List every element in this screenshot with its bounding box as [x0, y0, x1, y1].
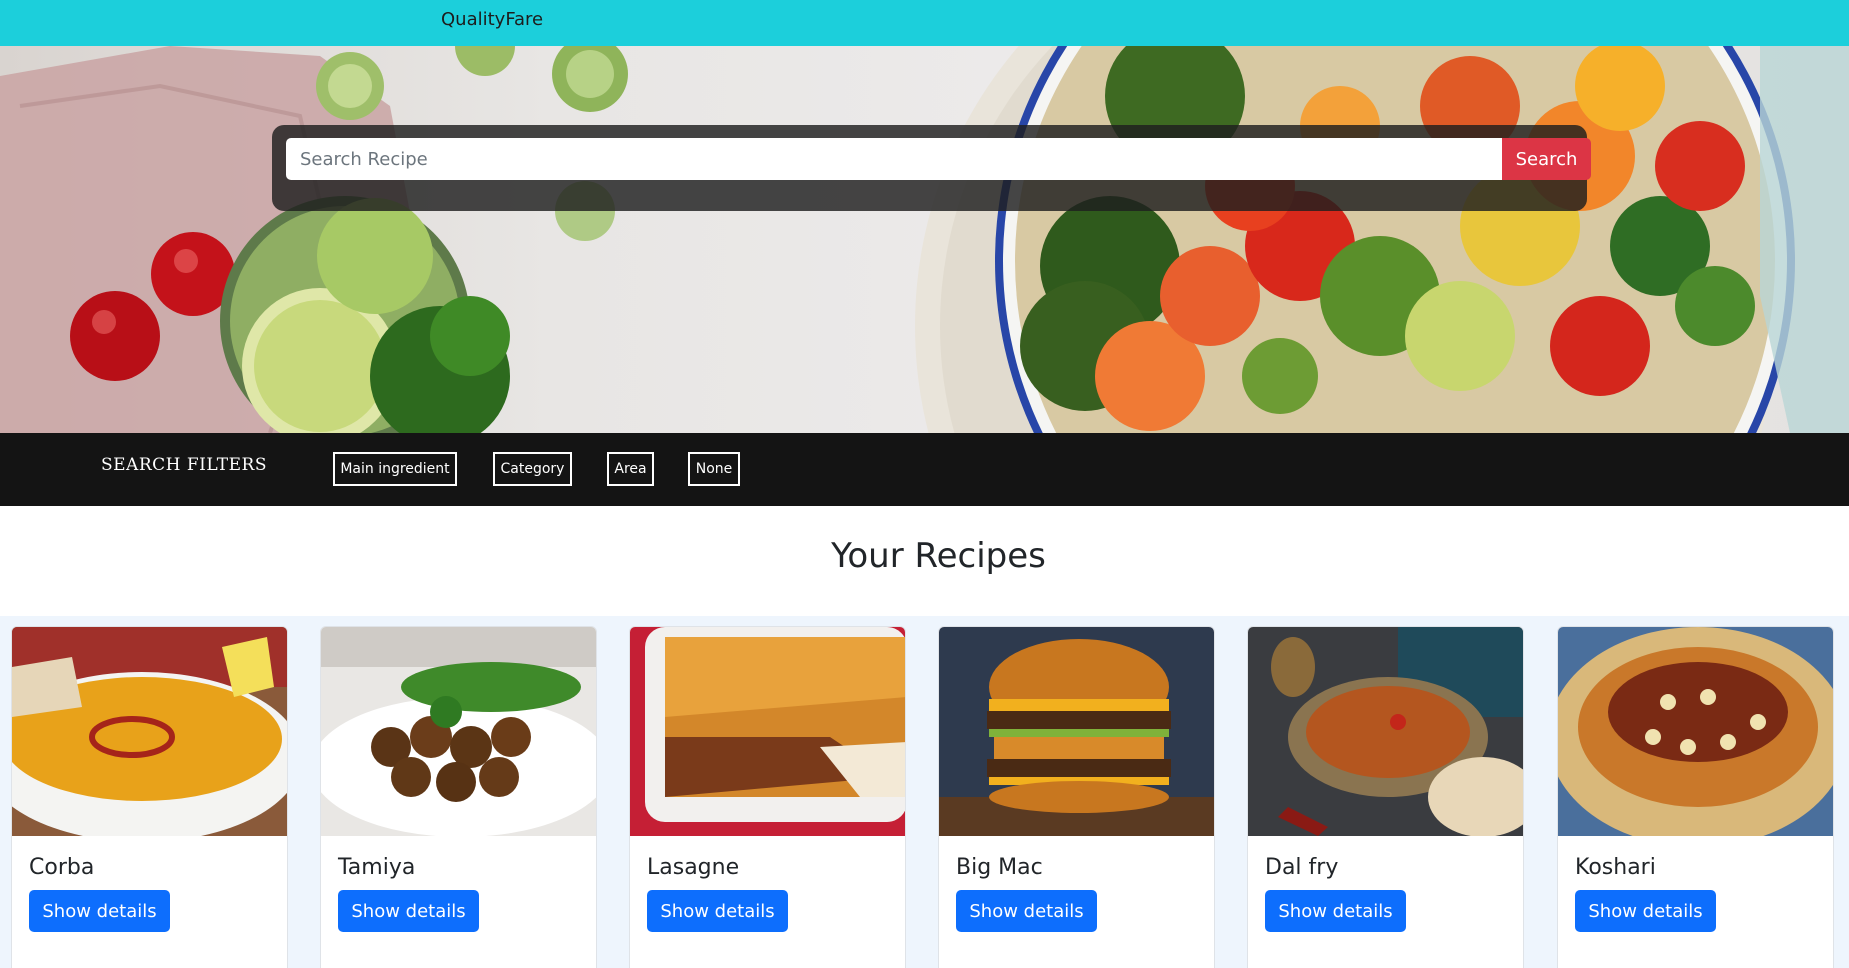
recipes-section-title: Your Recipes — [831, 536, 1046, 576]
recipe-card: Tamiya Show details — [320, 626, 597, 968]
recipe-card: Koshari Show details — [1557, 626, 1834, 968]
recipe-card-title: Koshari — [1575, 855, 1656, 880]
recipe-image-tamiya[interactable] — [321, 627, 597, 836]
show-details-button[interactable]: Show details — [956, 890, 1097, 932]
hero-food-image — [0, 46, 1849, 433]
show-details-button[interactable]: Show details — [338, 890, 479, 932]
filter-area-button[interactable]: Area — [607, 452, 654, 486]
search-button[interactable]: Search — [1502, 138, 1591, 180]
recipe-card-title: Big Mac — [956, 855, 1043, 880]
show-details-button[interactable]: Show details — [647, 890, 788, 932]
recipe-card-title: Tamiya — [338, 855, 416, 880]
recipe-image-koshari[interactable] — [1558, 627, 1834, 836]
show-details-button[interactable]: Show details — [1575, 890, 1716, 932]
search-filters-title: SEARCH FILTERS — [101, 455, 267, 475]
recipe-card: Corba Show details — [11, 626, 288, 968]
show-details-button[interactable]: Show details — [1265, 890, 1406, 932]
search-filters-bar: SEARCH FILTERS Main ingredient Category … — [0, 433, 1849, 506]
search-input[interactable] — [286, 138, 1504, 180]
recipe-card-title: Corba — [29, 855, 95, 880]
hero-banner: Search — [0, 46, 1849, 433]
recipe-card-title: Dal fry — [1265, 855, 1339, 880]
filter-none-button[interactable]: None — [688, 452, 740, 486]
recipe-image-dal-fry[interactable] — [1248, 627, 1524, 836]
filter-main-ingredient-button[interactable]: Main ingredient — [333, 452, 457, 486]
recipe-card: Big Mac Show details — [938, 626, 1215, 968]
recipe-card: Dal fry Show details — [1247, 626, 1524, 968]
recipe-image-big-mac[interactable] — [939, 627, 1215, 836]
navbar: QualityFare — [0, 0, 1849, 46]
brand-logo[interactable]: QualityFare — [441, 9, 543, 30]
recipe-card-title: Lasagne — [647, 855, 740, 880]
recipe-image-lasagne[interactable] — [630, 627, 906, 836]
recipe-card: Lasagne Show details — [629, 626, 906, 968]
recipe-image-corba[interactable] — [12, 627, 288, 836]
show-details-button[interactable]: Show details — [29, 890, 170, 932]
filter-category-button[interactable]: Category — [493, 452, 572, 486]
search-bar: Search — [272, 125, 1591, 211]
